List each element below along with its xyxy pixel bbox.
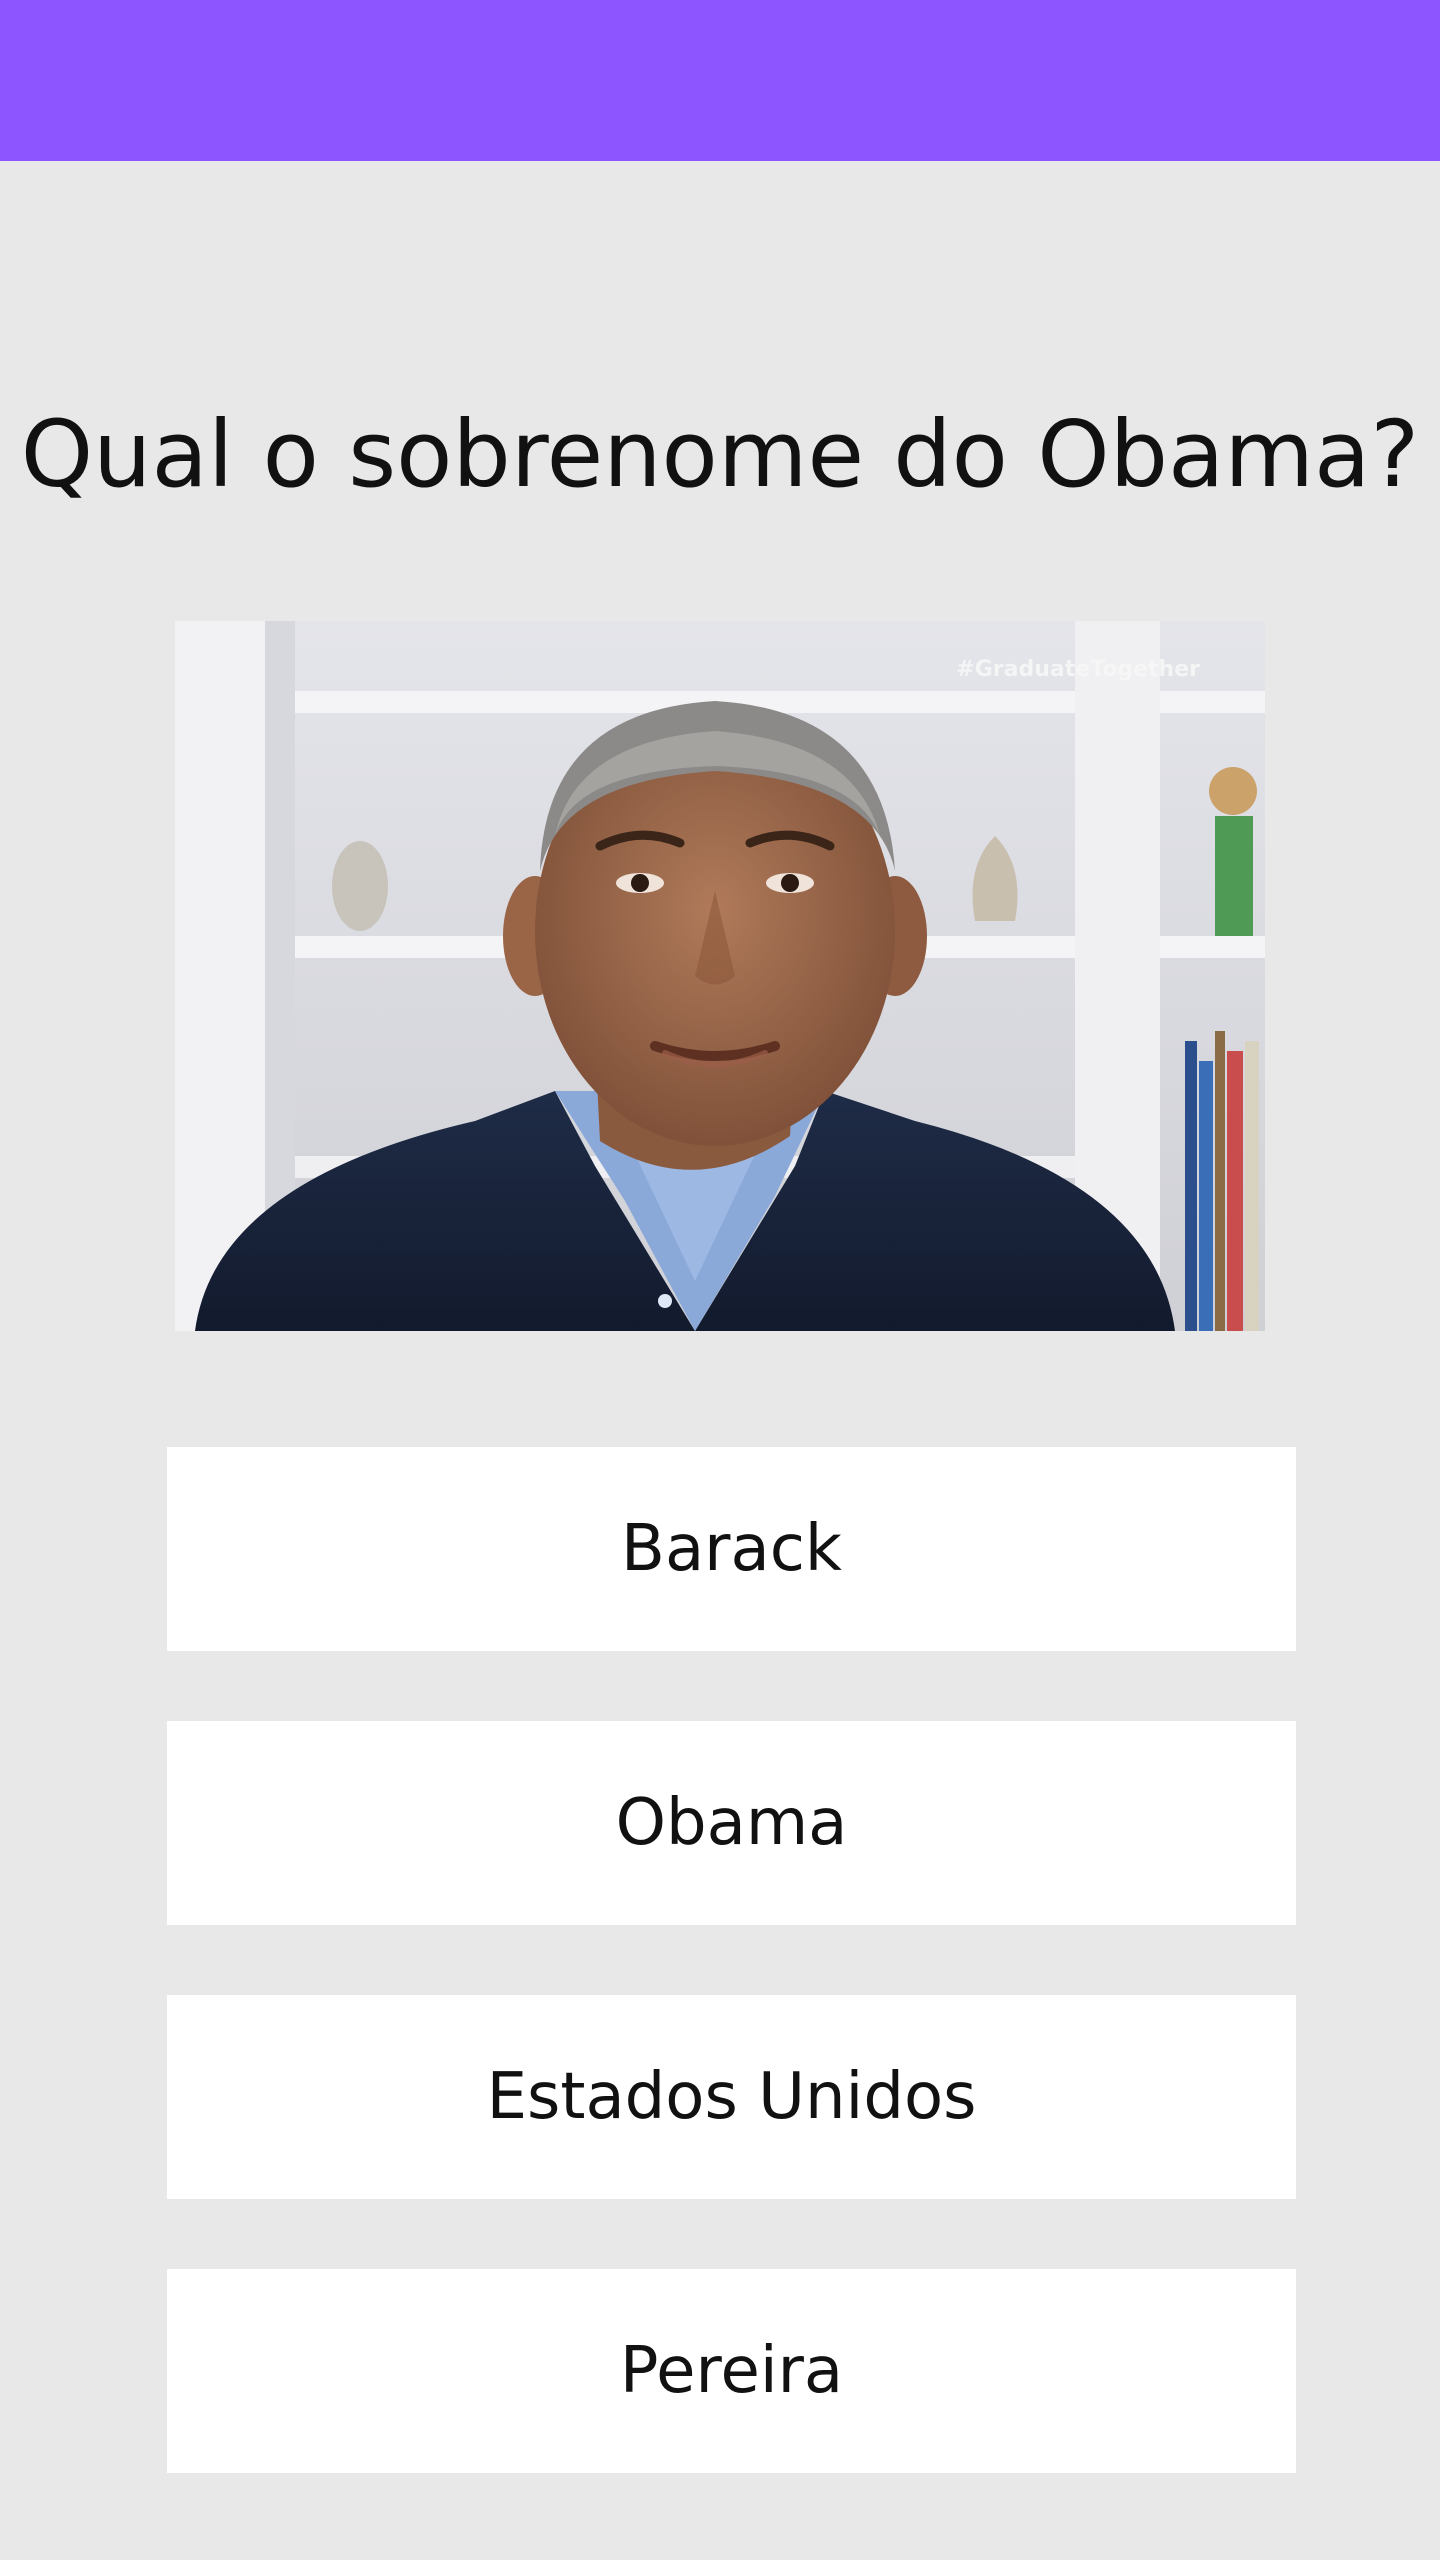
- answer-option-3[interactable]: Estados Unidos: [167, 1995, 1296, 2199]
- answer-option-2[interactable]: Obama: [167, 1721, 1296, 1925]
- answer-option-label: Estados Unidos: [486, 2060, 977, 2134]
- svg-text:#GraduateTogether: #GraduateTogether: [956, 657, 1200, 682]
- answer-option-4[interactable]: Pereira: [167, 2269, 1296, 2473]
- answer-option-1[interactable]: Barack: [167, 1447, 1296, 1651]
- question-image: #GraduateTogether: [175, 621, 1265, 1331]
- question-text: Qual o sobrenome do Obama?: [20, 401, 1420, 508]
- answer-option-label: Pereira: [619, 2334, 844, 2408]
- answer-option-label: Barack: [621, 1512, 842, 1586]
- answer-option-label: Obama: [615, 1786, 848, 1860]
- app-bar: [0, 0, 1440, 161]
- portrait-photo: #GraduateTogether: [175, 621, 1265, 1331]
